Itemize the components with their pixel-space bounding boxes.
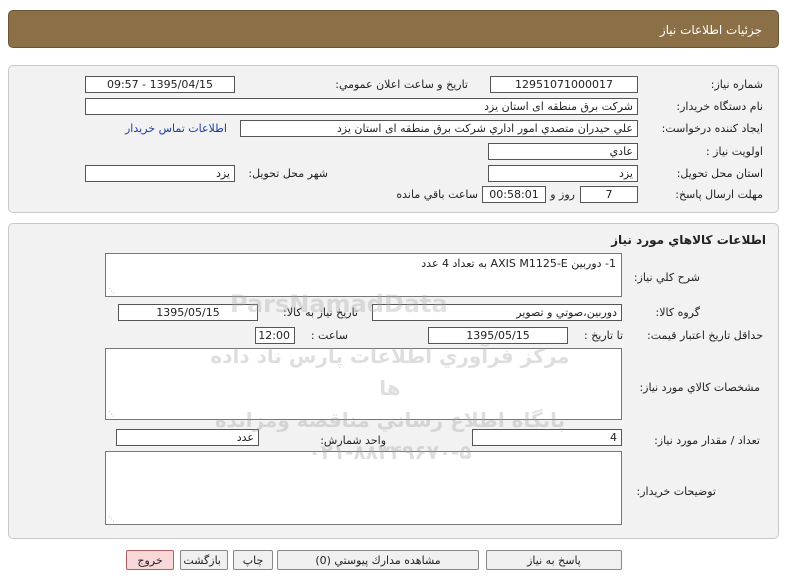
exit-button[interactable]: خروج [126,550,174,570]
specs-label: مشخصات كالاي مورد نياز: [639,381,760,394]
reply-button[interactable]: پاسخ به نياز [486,550,622,570]
requester-field: علي حيدران متصدي امور اداري شركت برق منط… [240,120,638,137]
deadline-time-label: ساعت باقي مانده [396,188,478,201]
deadline-days-field: 7 [580,186,638,203]
page-title: جزئيات اطلاعات نياز [659,23,762,37]
min-validity-label: حداقل تاريخ اعتبار قيمت: [647,329,763,342]
resize-grip-icon[interactable]: ⋰ [108,515,115,523]
announce-label: تاريخ و ساعت اعلان عمومي: [335,78,468,91]
need-number-field: 12951071000017 [490,76,638,93]
goods-section-title: اطلاعات كالاهاي مورد نياز [611,233,766,247]
priority-label: اولويت نياز : [705,145,763,158]
until-date-label: تا تاريخ : [584,329,623,342]
resize-grip-icon[interactable]: ⋰ [108,287,115,295]
requester-label: ايجاد كننده درخواست: [661,122,763,135]
watermark-line-1: مركز فرآوري اطلاعات پارس ناد داده ها [210,344,570,400]
city-label: شهر محل تحويل: [248,167,328,180]
watermark-brand: ParsNamadData [230,290,448,318]
need-number-label: شماره نياز: [710,78,763,91]
city-field: يزد [85,165,235,182]
watermark-line-2: پايگاه اطلاع رساني مناقصه ومزايده [214,408,566,432]
buyer-org-field: شركت برق منطقه اى استان يزد [85,98,638,115]
buyer-notes-label: توضيحات خريدار: [636,485,717,498]
desc-label: شرح كلي نياز: [633,271,700,284]
print-button[interactable]: چاپ [233,550,273,570]
back-button[interactable]: بازگشت [180,550,228,570]
priority-field: عادي [488,143,638,160]
desc-text: 1- دوربين AXIS M1125-E به تعداد 4 عدد [421,257,616,270]
resize-grip-icon[interactable]: ⋰ [108,410,115,418]
province-field: يزد [488,165,638,182]
attachments-button[interactable]: مشاهده مدارك پيوستي (0) [277,550,479,570]
buyer-org-label: نام دستگاه خريدار: [676,100,763,113]
qty-label: تعداد / مقدار مورد نياز: [654,434,760,447]
buyer-contact-link[interactable]: اطلاعات تماس خريدار [125,122,227,135]
province-label: استان محل تحويل: [676,167,763,180]
deadline-time-field: 00:58:01 [482,186,546,203]
watermark-text: مركز فرآوري اطلاعات پارس ناد داده ها پاي… [200,340,580,468]
deadline-label: مهلت ارسال پاسخ: [675,188,763,201]
group-label: گروه كالا: [655,306,700,319]
page-header: جزئيات اطلاعات نياز [8,10,779,48]
watermark-line-3: ۰۲۱-۸۸۳۴۹۶۷۰-۵ [308,440,472,464]
deadline-days-unit: روز و [550,188,575,201]
announce-field: 1395/04/15 - 09:57 [85,76,235,93]
